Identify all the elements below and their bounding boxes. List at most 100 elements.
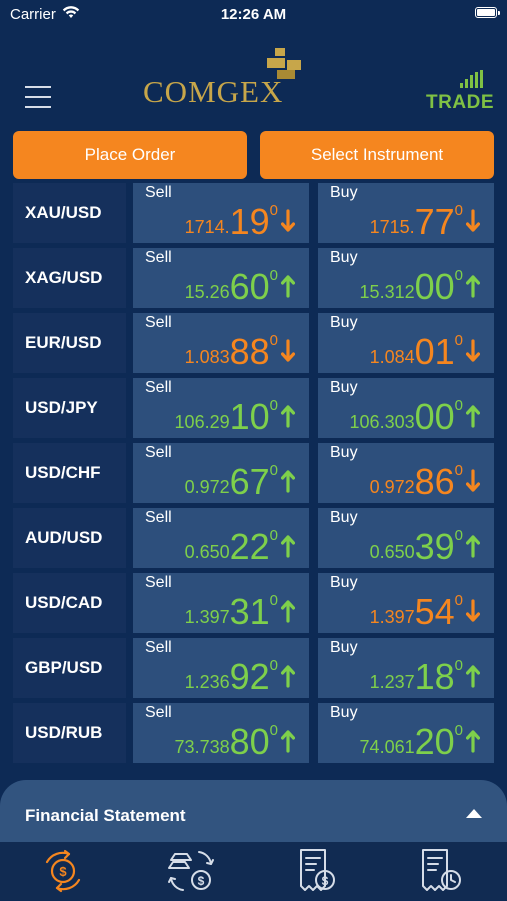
buy-price-cell[interactable]: Buy 0.972 86 0 <box>318 443 494 503</box>
buy-price-cell[interactable]: Buy 74.061 20 0 <box>318 703 494 763</box>
chevron-up-icon[interactable] <box>466 809 482 818</box>
price-fraction: 0 <box>454 397 463 414</box>
sell-price: 1.236 92 0 <box>184 657 295 695</box>
sell-label: Sell <box>145 639 172 656</box>
buy-price: 1.084 01 0 <box>369 333 480 370</box>
buy-price-cell[interactable]: Buy 15.312 00 0 <box>318 248 494 308</box>
sell-label: Sell <box>145 574 172 591</box>
battery-icon <box>475 7 500 18</box>
sell-price: 1.083 88 0 <box>184 333 295 370</box>
arrow-up-icon <box>466 405 480 428</box>
sell-price-cell[interactable]: Sell 106.29 10 0 <box>133 378 309 438</box>
instrument-symbol[interactable]: GBP/USD <box>13 638 126 698</box>
trade-button[interactable]: TRADE <box>424 70 494 114</box>
app-header: COMGEX TRADE <box>0 28 507 124</box>
quote-list: XAU/USD Sell 1714. 19 0 Buy 1715. 77 0 XAG/USD Sel… <box>13 183 494 768</box>
financial-statement-title: Financial Statement <box>25 806 186 825</box>
buy-price-cell[interactable]: Buy 1.237 18 0 <box>318 638 494 698</box>
buy-price: 74.061 20 0 <box>359 722 480 760</box>
svg-text:$: $ <box>59 864 67 879</box>
price-fraction: 0 <box>269 202 278 219</box>
price-pips: 77 <box>414 201 455 242</box>
price-fraction: 0 <box>454 722 463 739</box>
instrument-symbol[interactable]: XAU/USD <box>13 183 126 243</box>
price-prefix: 1.236 <box>184 672 230 692</box>
tab-statements[interactable]: $ <box>287 846 347 896</box>
arrow-up-icon <box>466 665 480 688</box>
arrow-up-icon <box>281 535 295 558</box>
price-pips: 60 <box>229 266 270 307</box>
tab-history[interactable] <box>413 846 473 896</box>
price-fraction: 0 <box>454 592 463 609</box>
sell-price-cell[interactable]: Sell 15.26 60 0 <box>133 248 309 308</box>
buy-price-cell[interactable]: Buy 0.650 39 0 <box>318 508 494 568</box>
buy-price-cell[interactable]: Buy 1.397 54 0 <box>318 573 494 633</box>
tab-exchange[interactable]: $ <box>33 846 93 896</box>
price-pips: 10 <box>229 396 270 437</box>
buy-price-cell[interactable]: Buy 1715. 77 0 <box>318 183 494 243</box>
gold-exchange-icon: $ <box>168 851 214 891</box>
price-prefix: 1.237 <box>369 672 415 692</box>
sell-label: Sell <box>145 704 172 721</box>
buy-price: 15.312 00 0 <box>360 268 480 305</box>
buy-label: Buy <box>330 379 358 396</box>
price-prefix: 1715. <box>369 217 415 237</box>
instrument-symbol[interactable]: USD/CAD <box>13 573 126 633</box>
instrument-symbol[interactable]: USD/RUB <box>13 703 126 763</box>
instrument-symbol[interactable]: USD/JPY <box>13 378 126 438</box>
instrument-symbol[interactable]: USD/CHF <box>13 443 126 503</box>
buy-price-cell[interactable]: Buy 106.303 00 0 <box>318 378 494 438</box>
sell-price-cell[interactable]: Sell 1714. 19 0 <box>133 183 309 243</box>
arrow-up-icon <box>281 405 295 428</box>
price-fraction: 0 <box>269 657 278 674</box>
place-order-button[interactable]: Place Order <box>13 131 247 179</box>
buy-label: Buy <box>330 509 358 526</box>
price-prefix: 1714. <box>184 217 230 237</box>
sell-price: 106.29 10 0 <box>175 396 295 437</box>
select-instrument-button[interactable]: Select Instrument <box>260 131 494 179</box>
sell-label: Sell <box>145 184 172 201</box>
price-prefix: 0.972 <box>184 477 230 497</box>
price-prefix: 1.084 <box>369 347 415 367</box>
price-prefix: 74.061 <box>359 737 415 757</box>
price-fraction: 0 <box>454 527 463 544</box>
hamburger-menu-icon[interactable] <box>25 86 51 108</box>
sell-label: Sell <box>145 314 172 331</box>
sell-label: Sell <box>145 444 172 461</box>
price-fraction: 0 <box>269 462 278 479</box>
sell-price: 0.972 67 0 <box>184 462 295 500</box>
sell-price-cell[interactable]: Sell 1.397 31 0 <box>133 573 309 633</box>
buy-label: Buy <box>330 574 358 591</box>
sell-price-cell[interactable]: Sell 1.083 88 0 <box>133 313 309 373</box>
instrument-symbol[interactable]: XAG/USD <box>13 248 126 308</box>
sell-price-cell[interactable]: Sell 73.738 80 0 <box>133 703 309 763</box>
sell-price-cell[interactable]: Sell 1.236 92 0 <box>133 638 309 698</box>
quote-row: USD/CHF Sell 0.972 67 0 Buy 0.972 86 0 <box>13 443 494 503</box>
buy-price: 1.397 54 0 <box>370 592 480 630</box>
comgex-logo: COMGEX <box>143 48 303 116</box>
sell-price-cell[interactable]: Sell 0.972 67 0 <box>133 443 309 503</box>
buy-label: Buy <box>330 314 358 331</box>
sell-price: 0.650 22 0 <box>185 526 295 567</box>
sell-price-cell[interactable]: Sell 0.650 22 0 <box>133 508 309 568</box>
quote-row: USD/JPY Sell 106.29 10 0 Buy 106.303 00 0 <box>13 378 494 438</box>
arrow-down-icon <box>466 599 480 622</box>
arrow-up-icon <box>466 535 480 558</box>
sell-price: 1714. 19 0 <box>184 202 295 240</box>
price-pips: 31 <box>229 591 270 632</box>
instrument-symbol[interactable]: EUR/USD <box>13 313 126 373</box>
tab-gold-exchange[interactable]: $ <box>161 846 221 896</box>
price-pips: 22 <box>229 526 270 567</box>
instrument-symbol[interactable]: AUD/USD <box>13 508 126 568</box>
arrow-up-icon <box>466 275 480 298</box>
price-pips: 18 <box>414 656 455 697</box>
financial-statement-panel[interactable]: Financial Statement <box>0 780 507 842</box>
price-fraction: 0 <box>454 202 463 219</box>
tab-bar: $ $ $ <box>0 842 507 900</box>
price-prefix: 73.738 <box>174 737 230 757</box>
buy-price-cell[interactable]: Buy 1.084 01 0 <box>318 313 494 373</box>
svg-text:$: $ <box>322 874 329 888</box>
sell-price: 1.397 31 0 <box>185 591 295 632</box>
arrow-up-icon <box>281 665 295 688</box>
price-prefix: 1.083 <box>184 347 230 367</box>
